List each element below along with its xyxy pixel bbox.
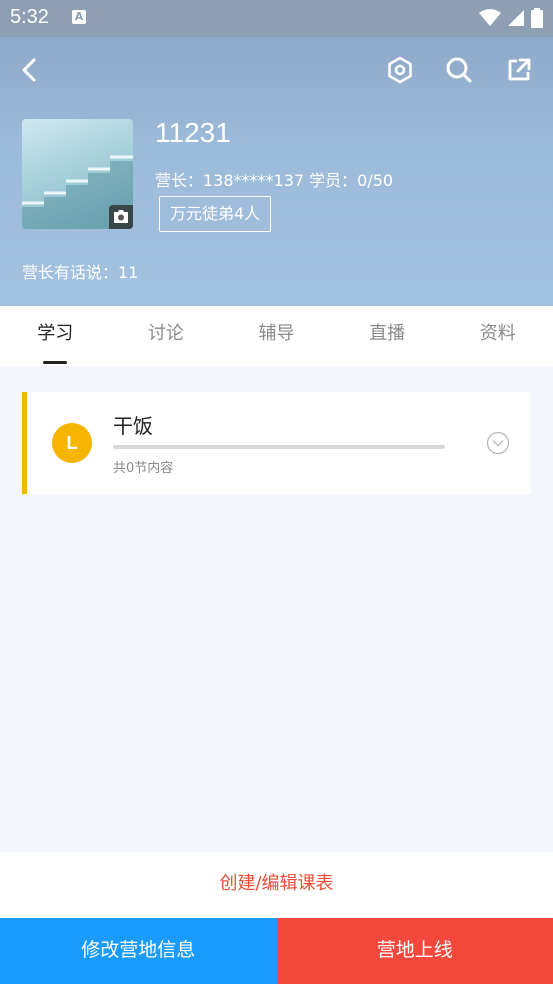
chevron-down-icon[interactable] — [486, 431, 510, 455]
camp-go-live-button[interactable]: 营地上线 — [276, 918, 553, 984]
search-button[interactable] — [444, 55, 474, 85]
lesson-title: 干饭 — [113, 414, 153, 438]
camp-tag: 万元徒弟4人 — [159, 196, 272, 232]
lesson-card[interactable]: L 干饭 共0节内容 — [22, 392, 531, 494]
tab-materials[interactable]: 资料 — [442, 306, 553, 366]
camp-cover-image[interactable] — [22, 119, 133, 229]
camp-meta: 营长：138*****137 学员：0/50 — [155, 171, 394, 190]
search-icon — [446, 57, 472, 83]
notification-icon: A — [72, 10, 86, 24]
tab-live[interactable]: 直播 — [332, 306, 443, 366]
status-icons — [479, 8, 543, 28]
tab-study[interactable]: 学习 — [0, 306, 111, 366]
edit-camp-info-button[interactable]: 修改营地信息 — [0, 918, 277, 984]
create-edit-schedule-button[interactable]: 创建/编辑课表 — [0, 852, 553, 918]
battery-icon — [531, 8, 543, 28]
camp-leader-message: 营长有话说：11 — [22, 263, 139, 282]
tab-discussion[interactable]: 讨论 — [111, 306, 222, 366]
share-icon — [508, 58, 531, 81]
share-button[interactable] — [504, 55, 534, 85]
camp-title: 11231 — [155, 117, 231, 148]
settings-hexagon-icon — [388, 56, 412, 84]
back-button[interactable] — [14, 55, 44, 85]
tab-bar: 学习 讨论 辅导 直播 资料 — [0, 306, 553, 366]
lesson-progress-bar — [113, 445, 445, 449]
back-icon — [22, 58, 36, 82]
wifi-icon — [479, 9, 501, 26]
signal-icon — [508, 10, 524, 26]
tab-tutoring[interactable]: 辅导 — [221, 306, 332, 366]
lesson-badge: L — [52, 423, 92, 463]
change-cover-button[interactable] — [109, 205, 133, 229]
status-time: 5:32 — [10, 6, 49, 28]
camp-header: 11231 营长：138*****137 学员：0/50 万元徒弟4人 营长有话… — [0, 37, 553, 306]
lesson-subtitle: 共0节内容 — [113, 461, 174, 476]
settings-button[interactable] — [385, 55, 415, 85]
status-bar: 5:32 A — [0, 0, 553, 37]
camera-icon — [114, 210, 128, 223]
